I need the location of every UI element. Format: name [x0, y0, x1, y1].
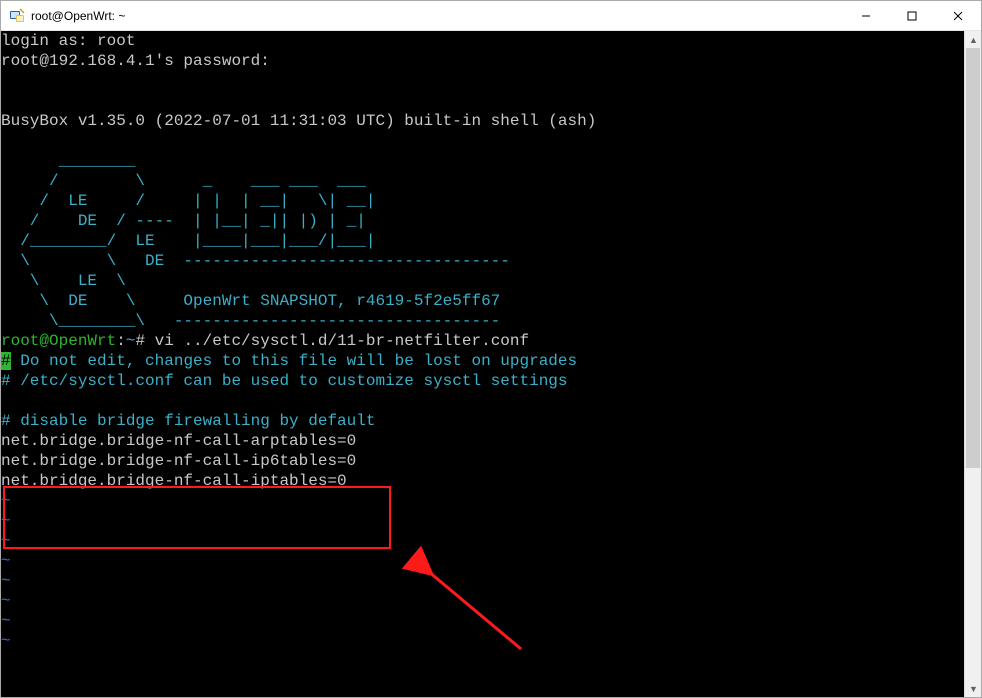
file-line: # Do not edit, changes to this file will…: [1, 351, 964, 371]
terminal-line: ~: [1, 491, 964, 511]
scroll-up-icon[interactable]: ▲: [965, 31, 982, 48]
terminal-line: /________/ LE |____|___|___/|___|: [1, 231, 964, 251]
scroll-thumb[interactable]: [966, 48, 980, 468]
close-button[interactable]: [935, 1, 981, 31]
highlighted-setting-line: net.bridge.bridge-nf-call-iptables=0: [1, 471, 964, 491]
terminal-line: [1, 71, 964, 91]
terminal-line: \ \ DE ---------------------------------…: [1, 251, 964, 271]
terminal-line: ~: [1, 631, 964, 651]
terminal-line: [1, 131, 964, 151]
terminal-line: ~: [1, 511, 964, 531]
terminal-line: ~: [1, 611, 964, 631]
client-area: login as: rootroot@192.168.4.1's passwor…: [1, 31, 981, 697]
window-title: root@OpenWrt: ~: [31, 9, 125, 23]
terminal-line: BusyBox v1.35.0 (2022-07-01 11:31:03 UTC…: [1, 111, 964, 131]
terminal-line: login as: root: [1, 31, 964, 51]
minimize-button[interactable]: [843, 1, 889, 31]
terminal-line: / DE / ---- | |__| _|| |) | _|: [1, 211, 964, 231]
terminal-line: ________: [1, 151, 964, 171]
terminal-line: # disable bridge firewalling by default: [1, 411, 964, 431]
terminal-line: \________\ -----------------------------…: [1, 311, 964, 331]
terminal-line: / LE / | | | __| \| __|: [1, 191, 964, 211]
terminal-line: ~: [1, 571, 964, 591]
highlighted-setting-line: net.bridge.bridge-nf-call-arptables=0: [1, 431, 964, 451]
terminal-line: ~: [1, 551, 964, 571]
highlighted-setting-line: net.bridge.bridge-nf-call-ip6tables=0: [1, 451, 964, 471]
terminal-line: ~: [1, 531, 964, 551]
scrollbar[interactable]: ▲ ▼: [964, 31, 981, 697]
terminal-line: [1, 91, 964, 111]
terminal-line: \ DE \ OpenWrt SNAPSHOT, r4619-5f2e5ff67: [1, 291, 964, 311]
putty-icon: [9, 8, 25, 24]
terminal[interactable]: login as: rootroot@192.168.4.1's passwor…: [1, 31, 964, 697]
app-window: root@OpenWrt: ~ login as: rootroot@192.1…: [0, 0, 982, 698]
terminal-line: ~: [1, 591, 964, 611]
terminal-line: # /etc/sysctl.conf can be used to custom…: [1, 371, 964, 391]
terminal-line: \ LE \: [1, 271, 964, 291]
terminal-line: [1, 391, 964, 411]
terminal-line: root@192.168.4.1's password:: [1, 51, 964, 71]
scroll-down-icon[interactable]: ▼: [965, 680, 982, 697]
titlebar[interactable]: root@OpenWrt: ~: [1, 1, 981, 31]
terminal-line: / \ _ ___ ___ ___: [1, 171, 964, 191]
prompt-line: root@OpenWrt:~# vi ../etc/sysctl.d/11-br…: [1, 331, 964, 351]
maximize-button[interactable]: [889, 1, 935, 31]
